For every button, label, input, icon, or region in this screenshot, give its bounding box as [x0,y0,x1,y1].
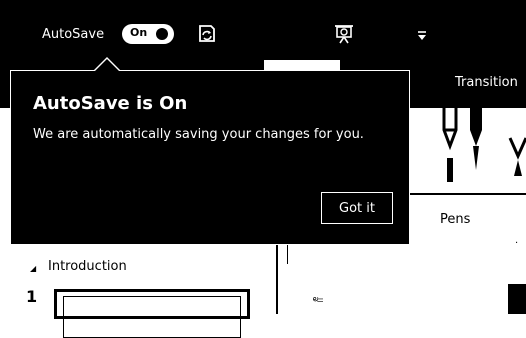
canvas-element [508,284,526,314]
callout-title: AutoSave is On [33,93,188,114]
present-from-beginning-icon[interactable] [333,24,355,48]
pen-gallery[interactable] [430,108,526,193]
section-title[interactable]: Introduction [30,259,127,274]
quick-access-dropdown-icon[interactable] [417,27,427,46]
autosave-toggle[interactable]: On [122,24,174,44]
autosave-label: AutoSave [42,27,105,42]
callout-body: We are automatically saving your changes… [33,127,364,142]
canvas-mark: ரீ [312,296,327,304]
pens-group-label: Pens [440,212,471,227]
title-bar: AutoSave On [0,0,526,70]
toggle-knob [156,28,168,40]
slide-thumbnail[interactable] [54,289,250,338]
got-it-button[interactable]: Got it [321,192,393,224]
sync-icon[interactable] [197,24,217,48]
pane-divider [276,244,278,314]
autosave-callout: AutoSave is On We are automatically savi… [10,70,410,245]
pane-splitter[interactable] [287,244,288,264]
autosave-toggle-state: On [130,26,148,39]
callout-pointer-fill [94,59,120,72]
section-title-text: Introduction [48,259,127,274]
ribbon-scroll-indicator: · [515,238,519,249]
tab-transitions[interactable]: Transition [455,75,518,90]
slide-thumbnail-frame [63,296,241,338]
slide-number: 1 [26,287,38,306]
